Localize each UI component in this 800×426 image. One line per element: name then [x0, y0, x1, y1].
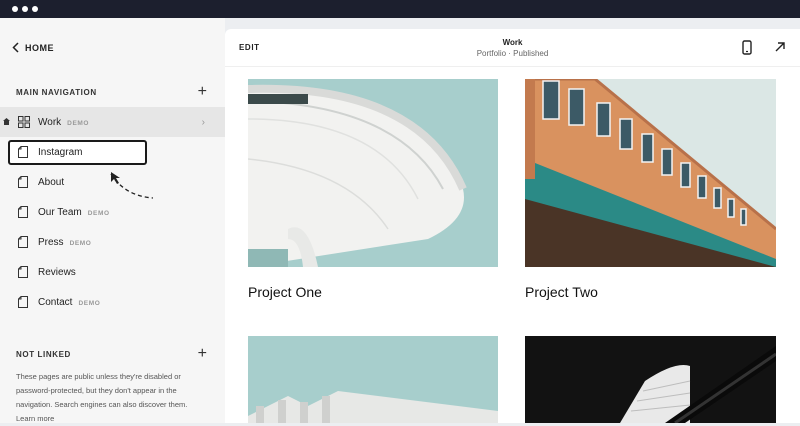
project-three-image[interactable]	[248, 336, 498, 423]
sidebar-item-reviews[interactable]: Reviews	[0, 257, 225, 287]
not-linked-note: These pages are public unless they're di…	[16, 372, 188, 423]
item-title: Reviews	[38, 266, 76, 278]
sidebar: HOME MAIN NAVIGATION + Work DEMO › Instag…	[0, 18, 225, 423]
arrow-up-right-icon[interactable]	[774, 41, 786, 53]
page-status: Portfolio · Published	[476, 49, 549, 58]
home-icon	[3, 118, 10, 125]
item-title: Our Team	[38, 206, 82, 218]
add-unlinked-page-button[interactable]: +	[198, 346, 207, 362]
chevron-left-icon	[12, 42, 19, 53]
page-icon	[18, 236, 28, 248]
add-page-button[interactable]: +	[198, 84, 207, 100]
home-link[interactable]: HOME	[12, 42, 54, 53]
project-four-image[interactable]	[525, 336, 776, 423]
page-title: Work	[502, 38, 523, 47]
page-icon	[18, 266, 28, 278]
item-title: Work	[38, 116, 62, 128]
tower-image	[525, 336, 776, 423]
page-icon	[18, 176, 28, 188]
project-one-caption[interactable]: Project One	[248, 284, 322, 300]
sidebar-item-contact[interactable]: Contact DEMO	[0, 287, 225, 317]
sidebar-item-label: Press DEMO	[38, 237, 91, 248]
item-title: Press	[38, 236, 64, 248]
page-icon	[18, 296, 28, 308]
page-preview: EDIT Work Portfolio · Published Project …	[225, 29, 800, 423]
page-icon	[18, 206, 28, 218]
orange-train-image	[525, 79, 776, 267]
project-one-image[interactable]	[248, 79, 498, 267]
sidebar-item-work[interactable]: Work DEMO ›	[0, 107, 225, 137]
sidebar-item-instagram[interactable]: Instagram	[0, 137, 225, 167]
header-divider	[225, 66, 800, 67]
building-canopy-image	[248, 79, 498, 267]
not-linked-heading: NOT LINKED	[16, 350, 71, 359]
sidebar-item-label: Our Team DEMO	[38, 207, 110, 218]
item-title: About	[38, 176, 65, 188]
window-titlebar	[0, 0, 800, 18]
demo-badge: DEMO	[87, 209, 110, 217]
project-two-caption[interactable]: Project Two	[525, 284, 598, 300]
main-navigation-heading: MAIN NAVIGATION	[16, 88, 97, 97]
grid-icon	[18, 116, 30, 128]
sidebar-item-label: Work DEMO	[38, 117, 89, 128]
mobile-icon[interactable]	[742, 40, 752, 55]
sidebar-item-label: Contact DEMO	[38, 297, 100, 308]
home-label: HOME	[25, 42, 54, 53]
drag-cursor-icon	[110, 172, 154, 199]
balcony-building-image	[248, 336, 498, 423]
window-dot	[12, 6, 18, 12]
project-two-image[interactable]	[525, 79, 776, 267]
demo-badge: DEMO	[78, 299, 101, 307]
sidebar-item-label: About	[38, 177, 64, 188]
item-title: Instagram	[38, 146, 83, 158]
window-dot	[32, 6, 38, 12]
demo-badge: DEMO	[69, 239, 92, 247]
demo-badge: DEMO	[67, 119, 90, 127]
sidebar-item-label: Reviews	[38, 267, 76, 278]
chevron-right-icon[interactable]: ›	[202, 117, 205, 128]
page-icon	[18, 146, 28, 158]
window-dot	[22, 6, 28, 12]
sidebar-item-label: Instagram	[38, 147, 82, 158]
sidebar-item-press[interactable]: Press DEMO	[0, 227, 225, 257]
item-title: Contact	[38, 296, 73, 308]
